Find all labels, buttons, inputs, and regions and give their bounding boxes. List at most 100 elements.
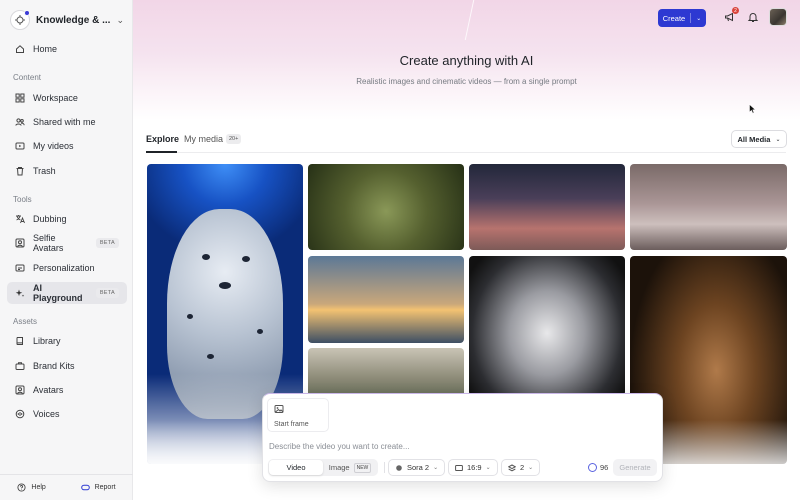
active-tab-indicator: [146, 151, 177, 153]
sidebar-item-label: Avatars: [33, 385, 64, 395]
model-icon: [396, 464, 402, 471]
workspace-name: Knowledge & ...: [36, 14, 111, 26]
create-button-label: Create: [662, 13, 686, 23]
credit-coin-icon: [588, 463, 597, 472]
gallery-item-stone-bridge[interactable]: [630, 164, 787, 250]
sidebar-item-label: Trash: [33, 166, 56, 176]
trash-icon: [15, 166, 25, 176]
prompt-input[interactable]: [269, 440, 649, 452]
gallery-item-metal-mask[interactable]: [469, 256, 625, 396]
sidebar-item-home[interactable]: Home: [7, 38, 127, 60]
model-select[interactable]: Sora 2 ⌄: [388, 459, 446, 476]
sidebar-item-dubbing[interactable]: Dubbing: [7, 208, 127, 230]
gallery-item-futuristic-train[interactable]: [308, 256, 464, 343]
users-icon: [15, 117, 25, 127]
announcements-button[interactable]: 2: [723, 7, 739, 24]
create-button[interactable]: Create ⌄: [658, 9, 706, 27]
sidebar-item-label: Brand Kits: [33, 361, 75, 371]
prompt-composer: Start frame Video Image NEW Sora 2 ⌄ 16:…: [262, 393, 663, 482]
chevron-down-icon: ⌄: [485, 465, 491, 471]
video-icon: [15, 141, 25, 151]
help-label: Help: [31, 484, 46, 491]
sidebar-item-brand-kits[interactable]: Brand Kits: [7, 355, 127, 377]
sidebar-item-trash[interactable]: Trash: [7, 160, 127, 182]
sidebar: Knowledge & ... ⌄ Home Content Workspace…: [0, 0, 133, 500]
media-filter-value: All Media: [737, 134, 771, 144]
sidebar-item-voices[interactable]: Voices: [7, 403, 127, 425]
briefcase-icon: [15, 361, 25, 371]
mode-image-label: Image: [328, 463, 350, 472]
chevron-down-icon: ⌄: [696, 15, 702, 22]
beta-badge: BETA: [95, 238, 119, 248]
image-icon: [274, 405, 284, 413]
start-frame-upload[interactable]: Start frame: [267, 398, 329, 432]
output-count-value: 2: [520, 463, 525, 472]
sidebar-item-personalization[interactable]: Personalization: [7, 257, 127, 279]
workspace-status-dot: [24, 10, 30, 16]
avatar-icon: [15, 385, 25, 395]
tabs-divider: [146, 152, 786, 153]
report-label: Report: [94, 484, 116, 491]
generate-button[interactable]: Generate: [613, 459, 657, 476]
sidebar-item-label: My videos: [33, 141, 74, 151]
workspace-logo-icon: [15, 15, 25, 25]
sidebar-item-label: Dubbing: [33, 214, 67, 224]
sidebar-item-shared[interactable]: Shared with me: [7, 111, 127, 133]
mode-video-label: Video: [286, 463, 306, 472]
user-square-icon: [15, 238, 25, 248]
personalize-icon: [15, 263, 25, 273]
output-count-select[interactable]: 2 ⌄: [501, 459, 541, 476]
aspect-ratio-value: 16:9: [467, 463, 482, 472]
media-filter-select[interactable]: All Media ⌄: [731, 130, 787, 148]
sidebar-item-label: Selfie Avatars: [33, 233, 64, 253]
user-avatar[interactable]: [769, 8, 787, 26]
sidebar-item-label: Shared with me: [33, 117, 96, 127]
sidebar-item-label: Library: [33, 336, 61, 346]
aspect-ratio-select[interactable]: 16:9 ⌄: [448, 459, 498, 476]
help-button[interactable]: Help: [17, 483, 46, 492]
new-badge: NEW: [353, 462, 372, 473]
page-subtitle: Realistic images and cinematic videos — …: [356, 77, 577, 86]
tab-my-media[interactable]: My media: [184, 134, 223, 144]
mode-image-button[interactable]: Image NEW: [323, 460, 377, 475]
notifications-button[interactable]: [746, 10, 760, 24]
section-assets-label: Assets: [13, 317, 38, 326]
credits-value: 96: [600, 463, 609, 472]
sidebar-item-workspace[interactable]: Workspace: [7, 87, 127, 109]
sidebar-item-my-videos[interactable]: My videos: [7, 135, 127, 157]
sidebar-item-avatars[interactable]: Avatars: [7, 379, 127, 401]
sidebar-item-selfie-avatars[interactable]: Selfie Avatars BETA: [7, 232, 127, 254]
credits-indicator: 96: [588, 463, 608, 472]
sidebar-item-ai-playground[interactable]: AI Playground BETA: [7, 282, 127, 304]
main-content: Create ⌄ 2 Create anything with AI Reali…: [133, 0, 800, 500]
aspect-ratio-icon: [455, 464, 463, 471]
tab-explore[interactable]: Explore: [146, 134, 179, 144]
sidebar-footer: Help Report: [0, 474, 133, 500]
grid-icon: [15, 93, 25, 103]
mode-video-button[interactable]: Video: [269, 460, 323, 475]
translate-icon: [15, 214, 25, 224]
sidebar-item-library[interactable]: Library: [7, 330, 127, 352]
workspace-logo: [10, 10, 30, 30]
model-value: Sora 2: [407, 463, 430, 472]
layers-icon: [508, 463, 516, 471]
page-title: Create anything with AI: [399, 53, 534, 68]
gallery-item-neon-city[interactable]: [469, 164, 625, 250]
home-icon: [15, 44, 25, 54]
sidebar-item-label: Voices: [33, 409, 60, 419]
chevron-down-icon: ⌄: [116, 14, 124, 25]
sidebar-item-label: Workspace: [33, 93, 78, 103]
sidebar-item-label: Personalization: [33, 263, 95, 273]
beta-badge: BETA: [95, 288, 119, 298]
chevron-down-icon: ⌄: [775, 136, 781, 143]
start-frame-label: Start frame: [274, 421, 309, 428]
gallery-item-tree-face[interactable]: [308, 164, 464, 250]
workspace-switcher[interactable]: Knowledge & ... ⌄: [10, 8, 124, 32]
chevron-down-icon: ⌄: [433, 465, 439, 471]
sidebar-item-label: AI Playground: [33, 283, 83, 303]
report-button[interactable]: Report: [80, 483, 116, 492]
my-media-count-badge: 20+: [226, 134, 242, 144]
report-icon: [80, 484, 90, 491]
book-icon: [15, 336, 25, 346]
sidebar-item-label: Home: [33, 44, 58, 54]
